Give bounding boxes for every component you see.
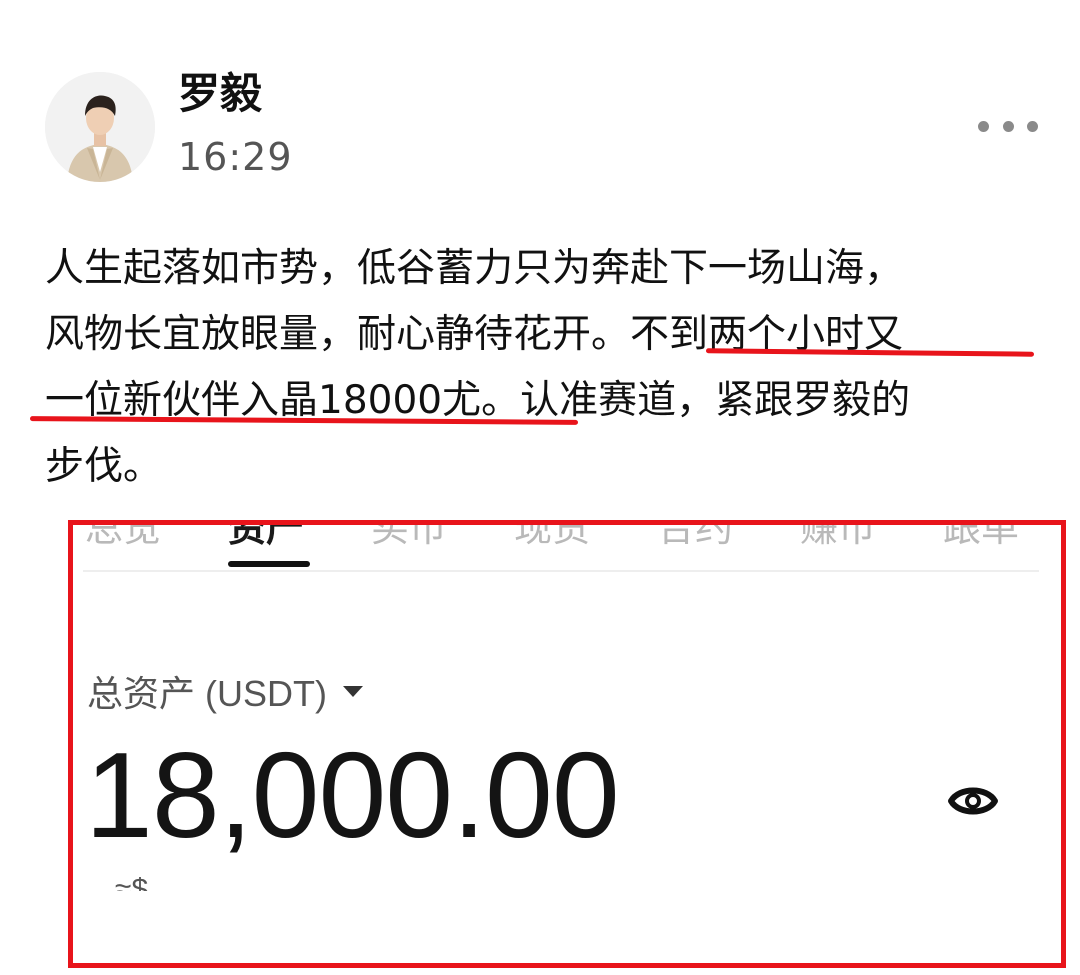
post-text-line: 步伐。: [45, 444, 163, 489]
total-assets-currency-selector[interactable]: 总资产 (USDT): [87, 669, 363, 714]
toggle-visibility-button[interactable]: [945, 779, 1001, 823]
eye-icon: [948, 787, 998, 815]
total-assets-amount: 18,000.00: [85, 727, 620, 863]
tab-spot[interactable]: 现货: [514, 525, 590, 553]
tab-assets[interactable]: 资产: [228, 525, 304, 553]
post-timestamp: 16:29: [178, 135, 293, 179]
tab-futures[interactable]: 合约: [657, 525, 733, 553]
author-name[interactable]: 罗毅: [178, 66, 262, 122]
author-avatar[interactable]: [45, 72, 155, 182]
tab-buy-crypto[interactable]: 买币: [371, 525, 447, 553]
total-assets-label: 总资产 (USDT): [87, 673, 327, 714]
embedded-screenshot[interactable]: 总览 资产 买币 现货 合约 赚币 跟单 总资产 (USDT) 18,000.0…: [68, 520, 1066, 968]
more-horizontal-icon: [978, 120, 989, 132]
tab-copy-trading[interactable]: 跟单: [943, 525, 1019, 553]
converted-value-text: ≈$: [115, 877, 149, 891]
tab-overview[interactable]: 总览: [85, 525, 161, 553]
converted-value-label: ≈$: [115, 877, 149, 891]
post-text-line: 人生起落如市势，低谷蓄力只为奔赴下一场山海，: [45, 246, 904, 291]
more-options-button[interactable]: [978, 106, 1038, 146]
tab-earn[interactable]: 赚币: [800, 525, 876, 553]
active-tab-indicator: [228, 561, 310, 567]
tab-divider: [83, 570, 1039, 572]
author-photo: [45, 72, 155, 182]
more-horizontal-icon-dot: [1002, 120, 1014, 132]
caret-down-icon: [342, 685, 363, 697]
more-horizontal-icon-dot: [1027, 120, 1038, 132]
